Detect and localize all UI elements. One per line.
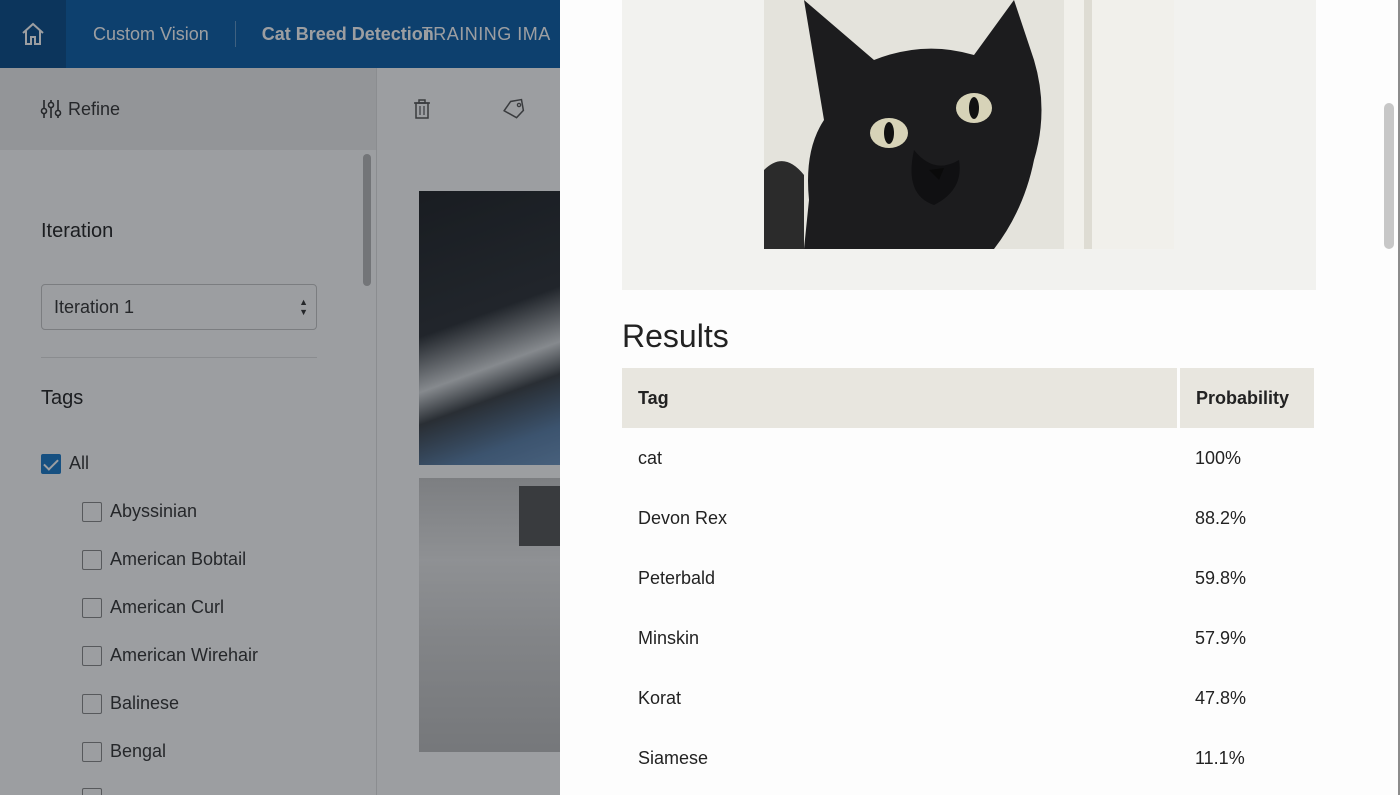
results-heading: Results [622,318,729,354]
table-row: Peterbald 59.8% [622,548,1314,608]
table-row: Minskin 57.9% [622,608,1314,668]
result-tag: Korat [638,687,682,708]
uploaded-cat-image [764,0,1174,249]
result-tag: Peterbald [638,567,716,588]
table-row: Korat 47.8% [622,668,1314,728]
result-probability: 100% [1195,447,1242,468]
table-row: cat 100% [622,428,1314,488]
result-tag: Siamese [638,747,709,768]
result-probability: 88.2% [1195,507,1247,528]
table-row: Devon Rex 88.2% [622,488,1314,548]
modal-backdrop[interactable] [0,0,560,795]
result-probability: 47.8% [1195,687,1247,708]
column-header-tag: Tag [622,368,1177,428]
results-table-header: Tag Probability [622,368,1314,428]
result-tag: cat [638,447,663,468]
uploaded-image-area [622,0,1316,290]
table-row: Siamese 11.1% [622,728,1314,788]
result-probability: 57.9% [1195,627,1247,648]
column-header-probability: Probability [1180,368,1314,428]
result-tag: Minskin [638,627,700,648]
dialog-scrollbar[interactable] [1384,103,1394,249]
results-table: Tag Probability cat 100% Devon Rex 88.2%… [622,368,1314,788]
result-probability: 11.1% [1195,747,1245,768]
result-tag: Devon Rex [638,507,728,528]
cat-illustration [764,0,1174,249]
result-probability: 59.8% [1195,567,1247,588]
prediction-results-dialog: Results Tag Probability cat 100% Devon R… [560,0,1400,795]
